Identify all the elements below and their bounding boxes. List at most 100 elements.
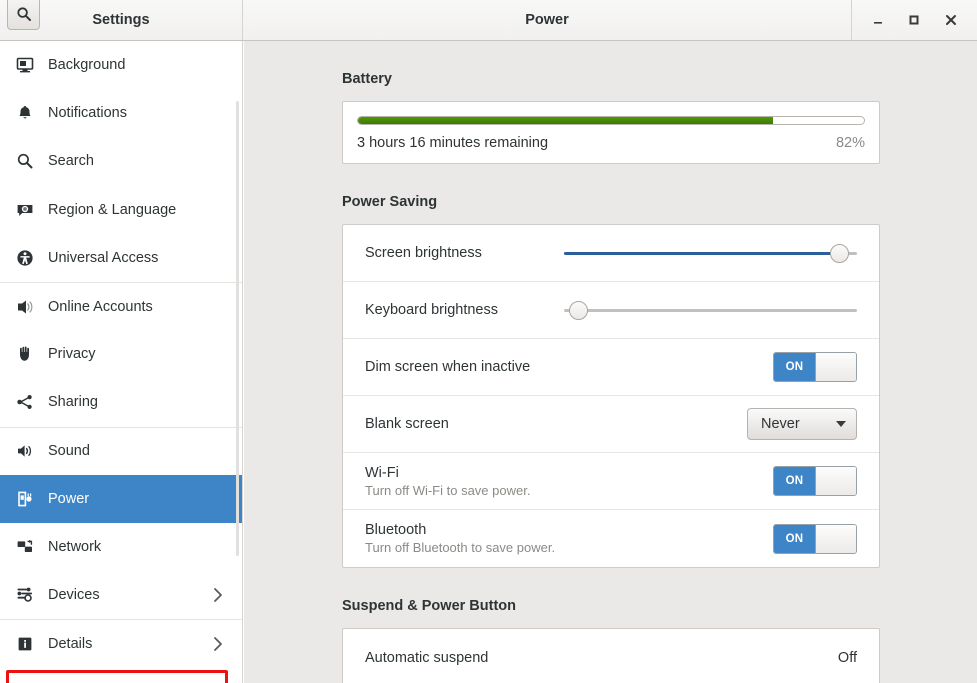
- devices-icon: [14, 584, 36, 606]
- row-keyboard-brightness: Keyboard brightness: [343, 282, 879, 339]
- blank-screen-dropdown[interactable]: Never: [747, 408, 857, 440]
- chevron-right-icon: [212, 636, 224, 652]
- sidebar-item-network[interactable]: Network: [0, 523, 242, 571]
- wifi-toggle[interactable]: ON: [773, 466, 857, 496]
- row-dim-screen: Dim screen when inactive ON: [343, 339, 879, 396]
- battery-status-text: 3 hours 16 minutes remaining: [357, 135, 549, 151]
- sidebar-item-label: Notifications: [48, 105, 127, 122]
- sidebar-item-label: Sharing: [48, 394, 98, 411]
- battery-progress-fill: [358, 117, 773, 124]
- toggle-knob: [815, 353, 856, 381]
- toggle-on-label: ON: [774, 467, 815, 495]
- search-button[interactable]: [7, 0, 40, 30]
- sidebar-item-label: Region & Language: [48, 201, 177, 218]
- slider-track: [564, 308, 857, 312]
- share-icon: [14, 391, 36, 413]
- battery-progress-bar: [357, 116, 865, 125]
- slider-knob[interactable]: [569, 300, 589, 320]
- hand-icon: [14, 343, 36, 365]
- sidebar-item-label: Sound: [48, 443, 90, 460]
- wifi-sublabel: Turn off Wi-Fi to save power.: [365, 482, 531, 498]
- toggle-on-label: ON: [774, 524, 815, 553]
- keyboard-brightness-slider[interactable]: [564, 299, 857, 321]
- search-icon: [14, 150, 36, 172]
- bluetooth-label: Bluetooth: [365, 522, 427, 538]
- suspend-section-heading: Suspend & Power Button: [342, 598, 516, 614]
- suspend-card: Automatic suspend Off: [342, 628, 880, 683]
- sidebar-item-label: Devices: [48, 587, 100, 604]
- search-icon: [16, 6, 31, 21]
- toggle-knob: [815, 524, 856, 553]
- blank-screen-value: Never: [761, 416, 800, 432]
- toggle-on-label: ON: [774, 353, 815, 381]
- keyboard-brightness-label: Keyboard brightness: [365, 302, 498, 318]
- slider-knob[interactable]: [829, 243, 849, 263]
- header-bar: Settings Power: [0, 0, 977, 41]
- bell-icon: [14, 102, 36, 124]
- chevron-down-icon: [836, 421, 846, 427]
- dim-screen-label: Dim screen when inactive: [365, 359, 531, 375]
- sidebar-item-background[interactable]: Background: [0, 41, 242, 89]
- sidebar-item-search[interactable]: Search: [0, 137, 242, 185]
- close-icon: [945, 15, 956, 25]
- row-bluetooth: Bluetooth Turn off Bluetooth to save pow…: [343, 510, 879, 567]
- row-blank-screen: Blank screen Never: [343, 396, 879, 453]
- maximize-button[interactable]: [900, 6, 928, 34]
- power-saving-section-heading: Power Saving: [342, 194, 438, 210]
- bluetooth-toggle[interactable]: ON: [773, 523, 857, 554]
- power-battery-icon: [14, 488, 36, 510]
- sidebar-item-label: Network: [48, 538, 102, 555]
- sidebar-item-power[interactable]: Power: [0, 474, 242, 523]
- battery-section-heading: Battery: [342, 71, 392, 87]
- row-wifi: Wi-Fi Turn off Wi-Fi to save power. ON: [343, 453, 879, 510]
- toggle-knob: [815, 467, 856, 495]
- battery-card: 3 hours 16 minutes remaining 82%: [342, 101, 880, 164]
- sidebar-scrollbar[interactable]: [236, 101, 239, 556]
- bluetooth-sublabel: Turn off Bluetooth to save power.: [365, 540, 556, 555]
- sidebar-item-sharing[interactable]: Sharing: [0, 378, 242, 426]
- accessibility-icon: [14, 247, 36, 269]
- power-panel-content: Battery 3 hours 16 minutes remaining 82%…: [244, 41, 977, 683]
- maximize-icon: [909, 15, 919, 25]
- sidebar-item-notifications[interactable]: Notifications: [0, 89, 242, 137]
- window-controls: [852, 0, 977, 40]
- sidebar-item-label: Power: [48, 490, 90, 507]
- sidebar-item-label: Details: [48, 635, 93, 652]
- minimize-button[interactable]: [864, 6, 892, 34]
- minimize-icon: [874, 22, 883, 24]
- sidebar-item-details[interactable]: Details: [0, 619, 242, 667]
- screen-brightness-slider[interactable]: [564, 242, 857, 264]
- sidebar-item-label: Background: [48, 57, 126, 74]
- monitor-icon: [14, 54, 36, 76]
- slider-fill: [564, 251, 840, 255]
- sidebar-item-region-language[interactable]: Region & Language: [0, 186, 242, 234]
- screen-brightness-label: Screen brightness: [365, 245, 482, 261]
- sidebar-item-label: Universal Access: [48, 249, 159, 266]
- sidebar-item-label: Online Accounts: [48, 298, 153, 315]
- blank-screen-label: Blank screen: [365, 416, 449, 432]
- chevron-right-icon: [212, 587, 224, 603]
- network-icon: [14, 536, 36, 558]
- language-icon: [14, 199, 36, 221]
- automatic-suspend-value[interactable]: Off: [838, 650, 857, 666]
- header-left-section: Settings: [0, 0, 243, 40]
- wifi-label: Wi-Fi: [365, 464, 399, 481]
- sidebar-item-privacy[interactable]: Privacy: [0, 330, 242, 378]
- details-highlight-annotation: [6, 670, 228, 683]
- sidebar-item-universal-access[interactable]: Universal Access: [0, 234, 242, 282]
- panel-title: Power: [525, 12, 569, 28]
- sidebar-item-label: Search: [48, 153, 94, 170]
- automatic-suspend-label: Automatic suspend: [365, 649, 489, 666]
- speaker-icon: [14, 440, 36, 462]
- sidebar[interactable]: Background Notifications Search Region &…: [0, 41, 243, 683]
- dim-screen-toggle[interactable]: ON: [773, 352, 857, 382]
- header-center-section: Power: [243, 0, 852, 40]
- row-screen-brightness: Screen brightness: [343, 225, 879, 282]
- sidebar-item-devices[interactable]: Devices: [0, 571, 242, 619]
- battery-percent-label: 82%: [835, 135, 865, 151]
- close-button[interactable]: [937, 6, 965, 34]
- sidebar-item-online-accounts[interactable]: Online Accounts: [0, 281, 242, 330]
- sidebar-item-sound[interactable]: Sound: [0, 426, 242, 475]
- row-automatic-suspend: Automatic suspend Off: [343, 629, 879, 683]
- info-icon: [14, 633, 36, 655]
